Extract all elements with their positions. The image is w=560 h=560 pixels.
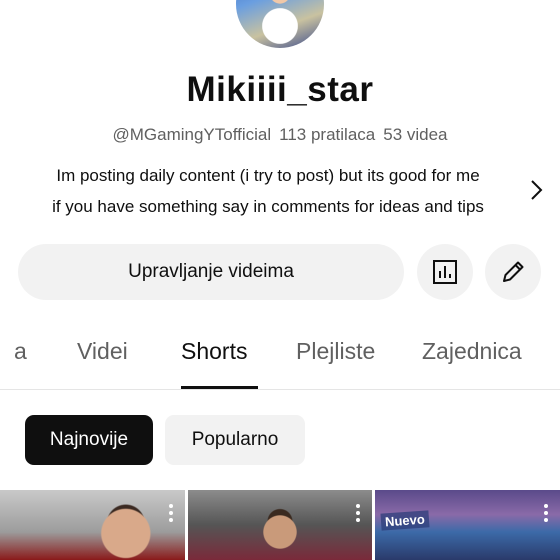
tab-community[interactable]: Zajednica [422,338,522,365]
channel-tabs: a Videi Shorts Plejliste Zajednica [0,322,560,390]
description-line-2: if you have something say in comments fo… [52,197,484,216]
channel-name: Mikiiii_star [186,70,374,109]
more-options-icon[interactable] [544,504,548,522]
filter-chip-newest[interactable]: Najnovije [25,415,153,465]
short-thumbnail[interactable] [0,490,185,560]
filter-chip-popular[interactable]: Popularno [165,415,305,465]
tab-videos[interactable]: Videi [77,338,128,365]
short-thumbnail[interactable]: Nuevo [375,490,560,560]
tabs-divider [0,389,560,390]
description-line-1: Im posting daily content (i try to post)… [56,166,480,185]
manage-videos-button[interactable]: Upravljanje videima [18,244,404,300]
analytics-icon [433,260,457,284]
channel-handle: @MGamingYTofficial [112,125,272,144]
channel-description[interactable]: Im posting daily content (i try to post)… [18,160,518,222]
video-count: 53 videa [383,125,448,144]
tab-partial[interactable]: a [14,338,27,365]
thumbnail-overlay-text: Nuevo [380,510,430,531]
pencil-icon [503,261,524,282]
short-thumbnail[interactable] [188,490,372,560]
channel-avatar[interactable] [236,0,324,48]
channel-meta: @MGamingYTofficial 113 pratilaca 53 videa [0,125,560,145]
tab-playlists[interactable]: Plejliste [296,338,375,365]
analytics-button[interactable] [417,244,473,300]
more-options-icon[interactable] [356,504,360,522]
more-options-icon[interactable] [169,504,173,522]
chevron-right-icon[interactable] [526,176,546,204]
edit-button[interactable] [485,244,541,300]
subscriber-count: 113 pratilaca [279,125,376,144]
tab-shorts[interactable]: Shorts [181,338,247,365]
